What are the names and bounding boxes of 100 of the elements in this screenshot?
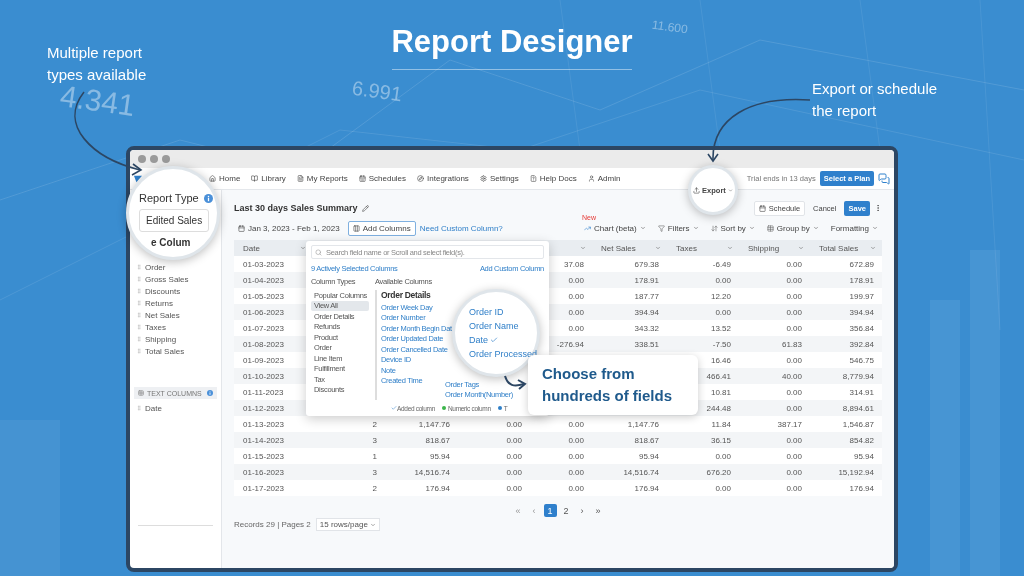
nav-link[interactable]: Home	[209, 174, 241, 183]
header-label: Total Sales	[819, 243, 859, 253]
page-button[interactable]: »	[591, 504, 605, 517]
table-cell: 0.00	[786, 275, 802, 285]
column-header[interactable]: Total Sales	[810, 240, 882, 256]
custom-column-link[interactable]: Need Custom Column?	[419, 223, 503, 233]
nav-link[interactable]: Admin	[587, 174, 621, 183]
sort-icon	[710, 224, 718, 232]
sort-caret-icon[interactable]	[798, 245, 804, 251]
column-label: Date	[145, 403, 162, 413]
table-cell: 0.00	[568, 435, 584, 445]
column-item[interactable]: Gross Sales	[130, 273, 221, 285]
table-cell: 0.00	[786, 323, 802, 333]
column-item[interactable]: Taxes	[130, 321, 221, 333]
nav-link[interactable]: Integrations	[417, 174, 469, 183]
table-cell: -7.50	[712, 339, 731, 349]
annotation: Multiple report types available	[47, 43, 148, 85]
table-cell: 0.00	[568, 323, 584, 333]
page-size-select[interactable]: 15 rows/page	[315, 518, 380, 531]
column-item[interactable]: Shipping	[130, 333, 221, 345]
info-icon	[203, 193, 213, 203]
table-cell: 01-16-2023	[243, 467, 284, 477]
table-cell: 0.00	[786, 387, 802, 397]
more-icon[interactable]	[874, 204, 882, 212]
column-item[interactable]: Total Sales	[130, 345, 221, 357]
table-cell: 01-12-2023	[243, 403, 284, 413]
table-cell: 314.91	[849, 387, 874, 397]
field-link[interactable]: Order ID	[469, 307, 504, 317]
sort-caret-icon[interactable]	[727, 245, 733, 251]
report-type-select[interactable]: Edited Sales	[139, 209, 209, 232]
table-cell: 394.94	[634, 307, 659, 317]
sort-caret-icon[interactable]	[580, 245, 586, 251]
chart-icon	[584, 224, 592, 232]
table-cell: 178.91	[634, 275, 659, 285]
column-header[interactable]: Taxes	[667, 240, 739, 256]
column-label: Shipping	[145, 334, 177, 344]
column-header[interactable]: Date	[234, 240, 312, 256]
table-cell: 176.94	[425, 483, 450, 493]
table-cell: 338.51	[634, 339, 659, 349]
sort-caret-icon[interactable]	[300, 245, 306, 251]
table-cell: 01-10-2023	[243, 371, 284, 381]
callout-text: Choose from	[542, 364, 635, 384]
field-link[interactable]: Order Processed	[469, 349, 538, 359]
sort-caret-icon[interactable]	[655, 245, 661, 251]
page-button[interactable]: 2	[559, 504, 573, 517]
table-icon	[766, 224, 774, 232]
column-item[interactable]: Order	[130, 261, 221, 273]
nav-icon	[417, 175, 425, 182]
toolbar-button[interactable]: Filters	[653, 221, 703, 235]
header-label: Net Sales	[601, 243, 636, 253]
chat-icon[interactable]	[878, 172, 890, 185]
caret-icon	[748, 225, 755, 231]
column-label: Taxes	[145, 322, 166, 332]
table-cell: 01-11-2023	[243, 387, 284, 397]
table-cell: 36.15	[710, 435, 731, 445]
search-icon	[315, 248, 322, 256]
table-cell: 387.17	[777, 419, 802, 429]
page-button[interactable]: 1	[543, 504, 557, 517]
column-item[interactable]: Discounts	[130, 285, 221, 297]
page-button[interactable]: ›	[575, 504, 589, 517]
columns-icon	[352, 224, 360, 232]
nav-link[interactable]: Help Docs	[529, 174, 577, 183]
table-cell: 01-15-2023	[243, 451, 284, 461]
toolbar-button[interactable]: Group by	[762, 221, 823, 235]
table-cell: 0.00	[506, 419, 522, 429]
nav-link[interactable]: Schedules	[358, 174, 407, 183]
column-item[interactable]: Net Sales	[130, 309, 221, 321]
table-cell: 1,147.76	[418, 419, 450, 429]
field-link[interactable]: Date	[469, 335, 498, 345]
table-cell: 12.20	[710, 291, 731, 301]
nav-link[interactable]: Library	[251, 174, 286, 183]
table-cell: 3	[372, 435, 377, 445]
column-header[interactable]: Net Sales	[592, 240, 667, 256]
field-link[interactable]: Order Name	[469, 321, 519, 331]
table-cell: 2	[372, 419, 377, 429]
toolbar-button[interactable]: Formatting	[826, 221, 882, 235]
table-cell: 13.52	[710, 323, 731, 333]
toolbar-button[interactable]: Chart (beta)	[580, 221, 650, 235]
caret-icon	[727, 187, 733, 193]
table-cell: 0.00	[786, 291, 802, 301]
logo-icon	[134, 174, 142, 183]
column-item[interactable]: Returns	[130, 297, 221, 309]
table-cell: 679.38	[634, 259, 659, 269]
nav-link[interactable]: My Reports	[296, 174, 348, 183]
column-header[interactable]: Shipping	[739, 240, 810, 256]
window-dot	[162, 155, 170, 163]
column-item[interactable]: Date	[130, 402, 221, 414]
table-cell: 178.91	[849, 275, 874, 285]
caret-icon	[639, 225, 646, 231]
sort-caret-icon[interactable]	[870, 245, 876, 251]
nav-link[interactable]: Settings	[479, 174, 519, 183]
add-columns-button[interactable]: Add Columns	[347, 220, 416, 236]
info-icon	[207, 390, 213, 396]
window-dot	[138, 155, 146, 163]
edit-icon[interactable]	[361, 204, 369, 212]
date-range-button[interactable]: Jan 3, 2023 - Feb 1, 2023	[234, 221, 344, 235]
table-cell: 0.00	[568, 275, 584, 285]
nav-icon	[529, 175, 537, 182]
toolbar-button[interactable]: Sort by	[706, 221, 759, 235]
table-cell: 676.20	[706, 467, 731, 477]
